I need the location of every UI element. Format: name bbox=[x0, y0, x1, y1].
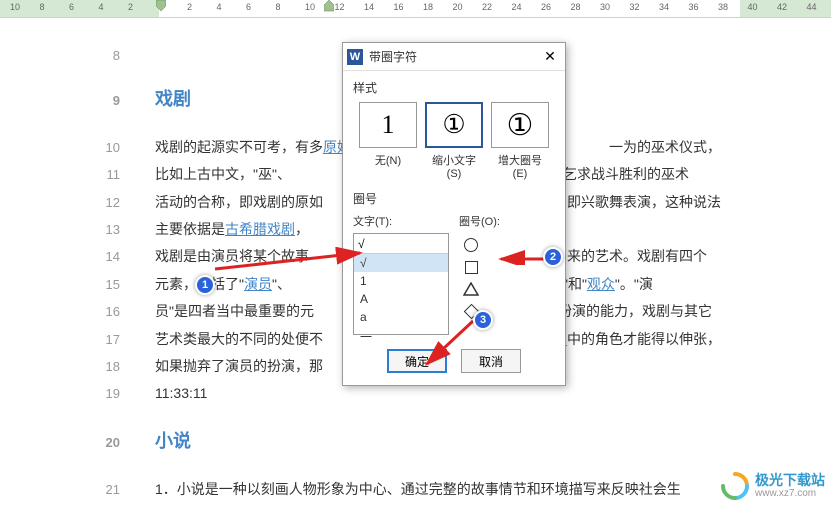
ok-button[interactable]: 确定 bbox=[387, 349, 447, 373]
shape-listbox[interactable] bbox=[459, 233, 555, 319]
ruler-tick: 6 bbox=[69, 2, 74, 12]
indent-marker-first[interactable] bbox=[324, 0, 332, 8]
line-content[interactable]: 戏剧 bbox=[155, 85, 191, 114]
line-number: 9 bbox=[100, 93, 155, 108]
list-item[interactable]: A bbox=[354, 290, 448, 308]
line-content[interactable]: 11:33:11 bbox=[155, 382, 207, 404]
line-number: 19 bbox=[100, 386, 155, 401]
text-label: 文字(T): bbox=[353, 213, 449, 229]
ruler-tick: 26 bbox=[541, 2, 551, 12]
ruler-tick: 32 bbox=[630, 2, 640, 12]
hyperlink[interactable]: 观众 bbox=[587, 276, 615, 292]
dialog-title: 带圈字符 bbox=[369, 48, 539, 65]
line-number: 17 bbox=[100, 332, 155, 347]
indent-marker-left[interactable] bbox=[156, 0, 164, 8]
horizontal-ruler[interactable]: 1086422468101214161820222426283032343638… bbox=[0, 0, 831, 18]
ruler-tick: 12 bbox=[335, 2, 345, 12]
ruler-tick: 8 bbox=[276, 2, 281, 12]
ruler-tick: 40 bbox=[748, 2, 758, 12]
style-none-label: 无(N) bbox=[359, 152, 417, 180]
ruler-tick: 6 bbox=[246, 2, 251, 12]
line-number: 15 bbox=[100, 277, 155, 292]
shape-square[interactable] bbox=[463, 259, 479, 275]
line-number: 8 bbox=[100, 48, 155, 63]
annotation-badge-2: 2 bbox=[543, 247, 563, 267]
shape-triangle[interactable] bbox=[463, 281, 479, 297]
text-input[interactable] bbox=[354, 234, 448, 254]
ruler-tick: 28 bbox=[571, 2, 581, 12]
ruler-tick: 22 bbox=[482, 2, 492, 12]
ruler-tick: 20 bbox=[453, 2, 463, 12]
line-number: 11 bbox=[100, 167, 155, 182]
ruler-tick: 24 bbox=[512, 2, 522, 12]
ruler-tick: 30 bbox=[600, 2, 610, 12]
ruler-tick: 14 bbox=[364, 2, 374, 12]
line-content[interactable]: 主要依据是古希腊戏剧， bbox=[155, 218, 309, 240]
style-shrink-label: 缩小文字(S) bbox=[425, 152, 483, 180]
enclosed-characters-dialog: W 带圈字符 ✕ 样式 1 ① ① 无(N) 缩小文字(S) 增大圈号(E) 圈… bbox=[342, 42, 566, 386]
doc-line[interactable]: 211．小说是一种以刻画人物形象为中心、通过完整的故事情节和环境描写来反映社会生 bbox=[0, 478, 831, 500]
site-watermark: 极光下载站 www.xz7.com bbox=[719, 470, 825, 502]
ruler-tick: 38 bbox=[718, 2, 728, 12]
ruler-tick: 44 bbox=[807, 2, 817, 12]
style-enlarge[interactable]: ① bbox=[491, 102, 549, 148]
list-item[interactable]: 1 bbox=[354, 272, 448, 290]
hyperlink[interactable]: 古希腊戏剧 bbox=[225, 221, 295, 237]
doc-line[interactable]: 20小说 bbox=[0, 427, 831, 456]
ruler-tick: 34 bbox=[659, 2, 669, 12]
style-section-label: 样式 bbox=[353, 79, 555, 96]
ruler-tick: 2 bbox=[187, 2, 192, 12]
ruler-tick: 4 bbox=[99, 2, 104, 12]
enclose-section-label: 圈号 bbox=[353, 190, 555, 207]
word-app-icon: W bbox=[347, 49, 363, 65]
watermark-name: 极光下载站 bbox=[755, 473, 825, 488]
ruler-tick: 8 bbox=[40, 2, 45, 12]
cancel-button[interactable]: 取消 bbox=[461, 349, 521, 373]
style-shrink[interactable]: ① bbox=[425, 102, 483, 148]
watermark-logo-icon bbox=[719, 470, 751, 502]
shape-circle[interactable] bbox=[463, 237, 479, 253]
ruler-tick: 42 bbox=[777, 2, 787, 12]
line-number: 21 bbox=[100, 482, 155, 497]
ruler-tick: 4 bbox=[217, 2, 222, 12]
ruler-tick: 10 bbox=[305, 2, 315, 12]
line-content[interactable]: 如果抛弃了演员的扮演，那 bbox=[155, 355, 323, 377]
watermark-url: www.xz7.com bbox=[755, 488, 825, 499]
line-number: 16 bbox=[100, 304, 155, 319]
hyperlink[interactable]: 演员 bbox=[244, 276, 272, 292]
dialog-title-bar[interactable]: W 带圈字符 ✕ bbox=[343, 43, 565, 71]
line-number: 13 bbox=[100, 222, 155, 237]
line-content[interactable]: 小说 bbox=[155, 427, 191, 456]
style-options-row: 1 ① ① bbox=[353, 102, 555, 148]
annotation-badge-3: 3 bbox=[473, 310, 493, 330]
ruler-tick: 2 bbox=[128, 2, 133, 12]
shape-label: 圈号(O): bbox=[459, 213, 555, 229]
close-icon[interactable]: ✕ bbox=[539, 46, 561, 68]
line-content[interactable]: 1．小说是一种以刻画人物形象为中心、通过完整的故事情节和环境描写来反映社会生 bbox=[155, 478, 681, 500]
ruler-tick: 16 bbox=[394, 2, 404, 12]
line-number: 10 bbox=[100, 140, 155, 155]
line-number: 20 bbox=[100, 435, 155, 450]
list-item[interactable]: √ bbox=[354, 254, 448, 272]
ruler-tick: 10 bbox=[10, 2, 20, 12]
style-enlarge-label: 增大圈号(E) bbox=[491, 152, 549, 180]
line-number: 18 bbox=[100, 359, 155, 374]
text-listbox[interactable]: √ 1 A a 一 bbox=[353, 233, 449, 335]
list-item[interactable]: a bbox=[354, 308, 448, 326]
ruler-tick: 18 bbox=[423, 2, 433, 12]
style-none[interactable]: 1 bbox=[359, 102, 417, 148]
list-item[interactable]: 一 bbox=[354, 326, 448, 347]
ruler-tick: 36 bbox=[689, 2, 699, 12]
line-number: 12 bbox=[100, 195, 155, 210]
line-number: 14 bbox=[100, 249, 155, 264]
annotation-badge-1: 1 bbox=[195, 275, 215, 295]
